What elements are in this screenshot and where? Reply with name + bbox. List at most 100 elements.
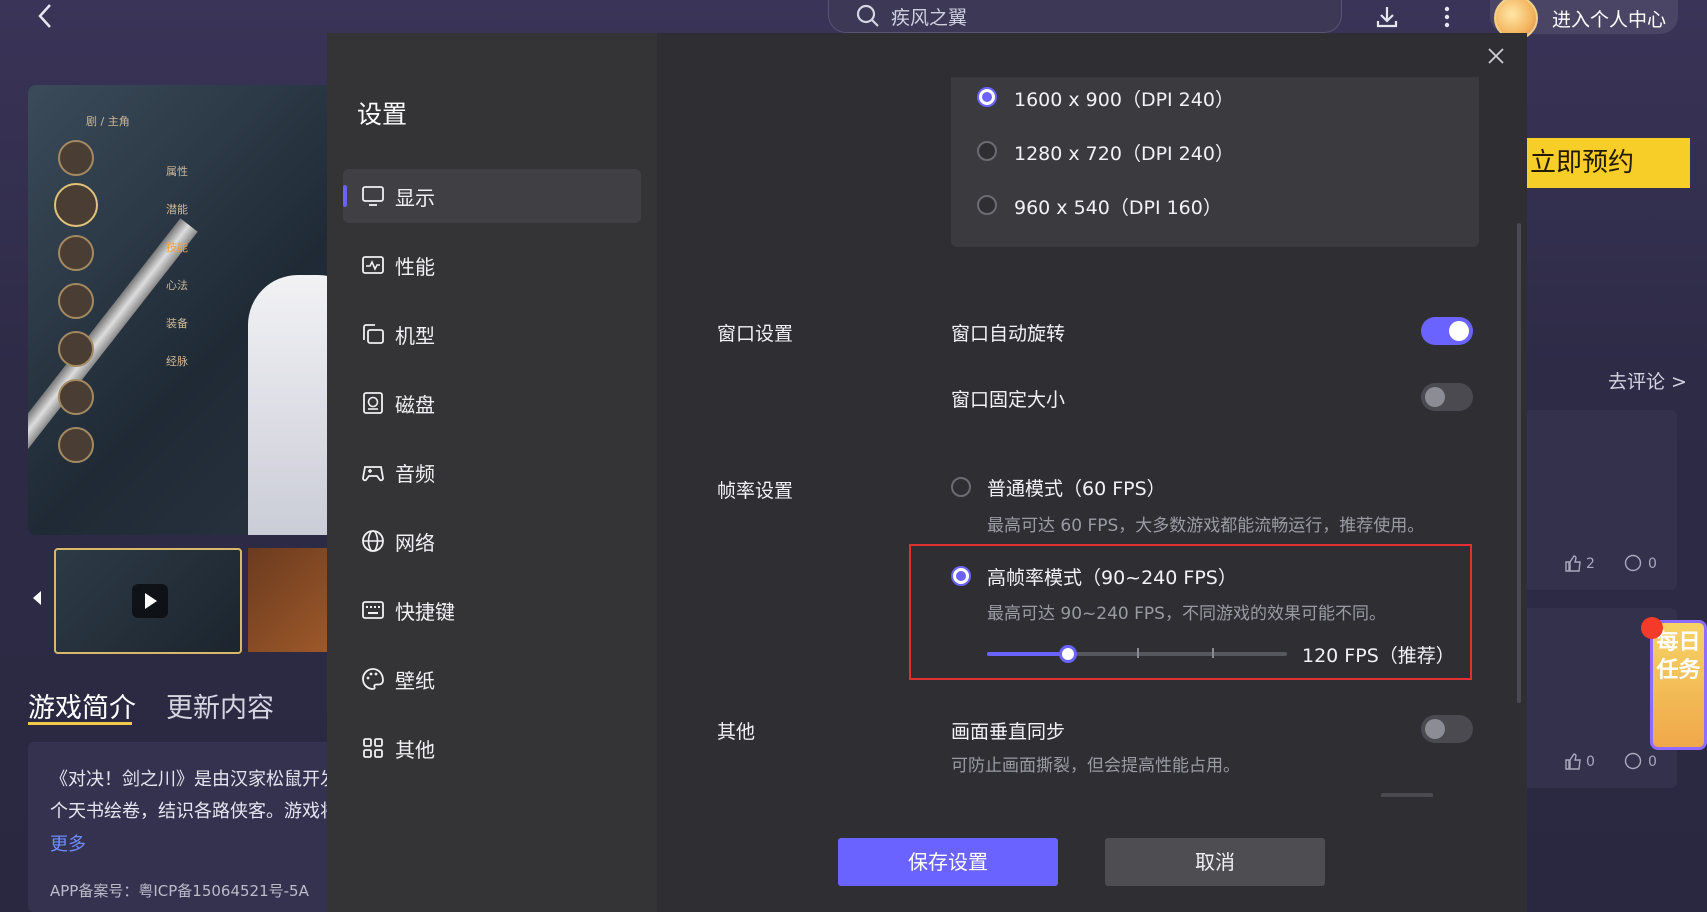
tab-update[interactable]: 更新内容 (166, 686, 274, 725)
download-icon[interactable] (1374, 4, 1400, 30)
hero-menu-item: 心法 (166, 279, 188, 292)
comment-count: 0 (1648, 556, 1657, 572)
save-button[interactable]: 保存设置 (838, 838, 1058, 886)
comment-icon[interactable] (1624, 554, 1642, 572)
nav-label: 快捷键 (395, 600, 455, 624)
slider-fill (987, 652, 1068, 656)
nav-item-display[interactable]: 显示 (343, 169, 641, 223)
hero-portrait (54, 183, 98, 227)
more-link[interactable]: 更多 (50, 830, 86, 856)
reserve-button[interactable]: 立即预约 (1520, 138, 1690, 188)
user-center-label: 进入个人中心 (1552, 9, 1667, 31)
resolution-radio[interactable] (977, 87, 997, 107)
comment-icon[interactable] (1624, 752, 1642, 770)
nav-label: 性能 (395, 255, 435, 279)
comment-card: 2 0 (1522, 410, 1677, 590)
nav-item-disk[interactable]: 磁盘 (343, 376, 641, 430)
nav-item-wallpaper[interactable]: 壁纸 (343, 652, 641, 706)
thumbs-up-icon[interactable] (1564, 752, 1582, 770)
tab-active-indicator (28, 722, 132, 725)
nav-item-device-model[interactable]: 机型 (343, 307, 641, 361)
nav-item-network[interactable]: 网络 (343, 514, 641, 568)
hero-menu-item: 装备 (166, 317, 188, 330)
resolution-radio[interactable] (977, 141, 997, 161)
nav-label: 磁盘 (395, 393, 435, 417)
hero-portrait (58, 427, 94, 463)
modal-title: 设置 (357, 100, 408, 129)
high-fps-radio[interactable] (951, 566, 971, 586)
vsync-desc: 可防止画面撕裂，但会提高性能占用。 (951, 756, 1240, 776)
description-box: 《对决！剑之川》是由汉家松鼠开发 个天书绘卷，结识各路侠客。游戏将 更多 APP… (28, 742, 338, 912)
vsync-toggle[interactable] (1421, 715, 1473, 743)
window-settings-label: 窗口设置 (717, 323, 794, 345)
vsync-label: 画面垂直同步 (951, 721, 1066, 743)
play-icon[interactable] (132, 584, 168, 618)
hero-portrait (58, 283, 94, 319)
palette-icon (362, 668, 384, 690)
hero-menu-item: 经脉 (166, 355, 188, 368)
normal-mode-label[interactable]: 普通模式（60 FPS） (987, 474, 1166, 501)
like-count: 2 (1586, 556, 1595, 572)
grid-icon (363, 738, 383, 758)
disk-icon (363, 392, 383, 414)
hero-portrait (58, 331, 94, 367)
search-input[interactable]: 疾风之翼 (828, 0, 1342, 33)
more-vertical-icon[interactable] (1434, 4, 1460, 30)
auto-rotate-label: 窗口自动旋转 (951, 323, 1066, 345)
back-arrow-icon[interactable] (34, 2, 58, 30)
prev-arrow-icon[interactable] (32, 590, 42, 606)
monitor-icon (362, 186, 384, 206)
normal-mode-radio[interactable] (951, 477, 971, 497)
hero-figure (248, 275, 338, 535)
image-thumbnail[interactable] (248, 548, 338, 652)
video-thumbnail[interactable] (54, 548, 242, 654)
nav-item-performance[interactable]: 性能 (343, 238, 641, 292)
high-fps-desc: 最高可达 90~240 FPS，不同游戏的效果可能不同。 (987, 604, 1386, 624)
resolution-label[interactable]: 1600 x 900（DPI 240） (1014, 85, 1234, 112)
fixed-size-toggle[interactable] (1421, 383, 1473, 411)
hero-menu-item: 属性 (166, 165, 188, 178)
keyboard-icon (362, 601, 384, 619)
fps-slider-value: 120 FPS（推荐） (1302, 645, 1455, 667)
nav-label: 网络 (395, 531, 435, 555)
auto-rotate-toggle[interactable] (1421, 317, 1473, 345)
close-icon[interactable] (1485, 45, 1507, 67)
top-bar: 疾风之翼 进入个人中心 (0, 0, 1707, 40)
description-line: 个天书绘卷，结识各路侠客。游戏将 (50, 801, 330, 822)
fixed-size-label: 窗口固定大小 (951, 389, 1066, 411)
comment-link[interactable]: 去评论 > (1608, 367, 1687, 394)
slider-tick (1212, 648, 1214, 658)
device-model-icon (363, 324, 384, 344)
fps-slider[interactable] (987, 645, 1287, 663)
tab-intro[interactable]: 游戏简介 (28, 686, 136, 725)
high-fps-label[interactable]: 高帧率模式（90~240 FPS） (987, 563, 1237, 590)
nav-item-shortcuts[interactable]: 快捷键 (343, 583, 641, 637)
daily-task-badge[interactable]: 每日任务 (1641, 617, 1707, 750)
nav-item-audio[interactable]: 音频 (343, 445, 641, 499)
nav-label: 音频 (395, 462, 435, 486)
game-hero-image: 剧 / 主角 属性 潜能 技能 心法 装备 经脉 (28, 85, 338, 535)
globe-icon (362, 530, 384, 552)
hero-portrait (58, 140, 94, 176)
comment-count: 0 (1648, 754, 1657, 770)
hero-menu-item: 潜能 (166, 203, 188, 216)
nav-item-other[interactable]: 其他 (343, 721, 641, 775)
nav-label: 壁纸 (395, 669, 435, 693)
cancel-button[interactable]: 取消 (1105, 838, 1325, 886)
performance-icon (362, 256, 384, 274)
user-center-button[interactable]: 进入个人中心 (1490, 0, 1678, 40)
partial-toggle (1381, 793, 1433, 797)
resolution-label[interactable]: 1280 x 720（DPI 240） (1014, 139, 1234, 166)
like-count: 0 (1586, 754, 1595, 770)
normal-mode-desc: 最高可达 60 FPS，大多数游戏都能流畅运行，推荐使用。 (987, 516, 1425, 536)
thumbs-up-icon[interactable] (1564, 554, 1582, 572)
slider-thumb[interactable] (1059, 645, 1077, 663)
search-text: 疾风之翼 (891, 7, 968, 29)
nav-label: 其他 (395, 738, 435, 762)
hero-menu-title: 剧 / 主角 (86, 115, 130, 128)
resolution-label[interactable]: 960 x 540（DPI 160） (1014, 193, 1222, 220)
framerate-settings-label: 帧率设置 (717, 480, 794, 502)
resolution-radio[interactable] (977, 195, 997, 215)
content-scrollbar[interactable] (1517, 223, 1521, 703)
settings-modal: 设置 显示 性能 机型 磁盘 音频 网络 快捷键 壁纸 其他 1600 x 90… (327, 33, 1527, 912)
